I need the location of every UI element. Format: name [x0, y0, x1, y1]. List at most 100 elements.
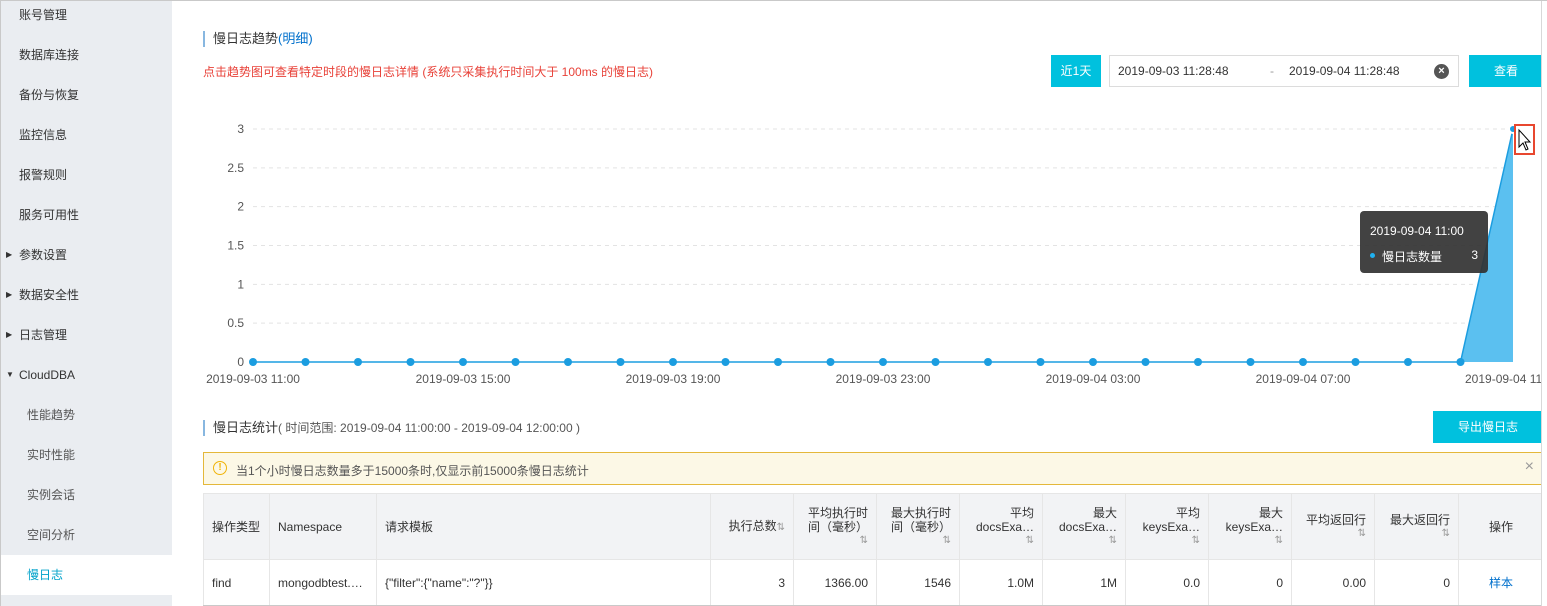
chart-tooltip: 2019-09-04 11:00 慢日志数量 3	[1360, 211, 1488, 273]
series-area	[253, 129, 1513, 362]
sidebar-item-label: 实例会话	[27, 488, 76, 502]
sort-icon[interactable]: ⇅	[1300, 527, 1366, 541]
x-tick-label: 2019-09-03 23:00	[836, 372, 931, 386]
alert-message: 当1个小时慢日志数量多于15000条时,仅显示前15000条慢日志统计	[236, 464, 589, 478]
sidebar-item-7[interactable]: ▶ 数据安全性	[1, 275, 172, 315]
column-header-4[interactable]: 平均执行时间（毫秒） ⇅	[793, 493, 877, 560]
sidebar-item-1[interactable]: 数据库连接	[1, 35, 172, 75]
sidebar-item-12[interactable]: 实例会话	[1, 475, 172, 515]
date-range-picker[interactable]: 2019-09-03 11:28:48 - 2019-09-04 11:28:4…	[1109, 55, 1459, 87]
data-point	[931, 358, 940, 366]
sort-icon[interactable]: ⇅	[802, 534, 868, 548]
tooltip-value: 3	[1471, 248, 1478, 262]
data-point	[459, 358, 467, 366]
sidebar-item-9[interactable]: ▼ CloudDBA	[1, 355, 172, 395]
sort-icon[interactable]: ⇅	[885, 534, 951, 548]
query-button[interactable]: 查看	[1469, 55, 1543, 87]
export-slow-log-button[interactable]: 导出慢日志	[1433, 411, 1543, 443]
column-header-10[interactable]: 平均返回行 ⇅	[1291, 493, 1375, 560]
sort-icon[interactable]: ⇅	[777, 522, 785, 533]
clear-icon[interactable]: ×	[1434, 64, 1449, 79]
column-header-label: 操作类型	[212, 519, 261, 534]
detail-link[interactable]: (明细)	[278, 31, 313, 46]
sidebar-item-0[interactable]: 账号管理	[1, 0, 172, 35]
column-header-label: 执行总数	[728, 518, 777, 533]
sidebar-item-13[interactable]: 空间分析	[1, 515, 172, 555]
column-header-label: 平均 keysExa…	[1142, 505, 1200, 534]
column-header-6[interactable]: 平均 docsExa… ⇅	[959, 493, 1043, 560]
data-point	[249, 358, 257, 366]
column-header-label: 请求模板	[385, 519, 434, 534]
table-cell: 1.0M	[959, 559, 1043, 606]
sidebar-item-2[interactable]: 备份与恢复	[1, 75, 172, 115]
column-header-8[interactable]: 平均 keysExa… ⇅	[1125, 493, 1209, 560]
series-line	[253, 128, 1514, 363]
column-header-label: 最大执行时间（毫秒）	[890, 505, 951, 534]
date-start[interactable]: 2019-09-03 11:28:48	[1118, 64, 1229, 78]
sidebar: 账号管理 数据库连接 备份与恢复 监控信息 报警规则 服务可用性 ▶ 参数设置 ▶ 数据安全性 ▶ 日…	[1, 1, 172, 606]
column-header-7[interactable]: 最大 docsExa… ⇅	[1042, 493, 1126, 560]
slow-log-trend-chart[interactable]: 0 0.5 1 1.5 2 2.5 3 2019-09-03 11:00 2019-09-03 …	[172, 101, 1547, 391]
table-cell: find	[203, 559, 270, 606]
table-cell: 1546	[876, 559, 960, 606]
last-1-day-button[interactable]: 近1天	[1051, 55, 1101, 87]
x-tick-label: 2019-09-04 03:00	[1046, 372, 1141, 386]
table-cell: 0.00	[1291, 559, 1375, 606]
sidebar-item-label: 备份与恢复	[19, 88, 80, 102]
data-point	[1404, 358, 1412, 366]
y-tick-label: 0	[237, 355, 244, 369]
column-header-5[interactable]: 最大执行时间（毫秒） ⇅	[876, 493, 960, 560]
sort-icon[interactable]: ⇅	[1383, 527, 1450, 541]
data-point	[669, 358, 677, 366]
stats-section-title: 慢日志统计( 时间范围: 2019-09-04 11:00:00 - 2019-…	[203, 420, 580, 436]
y-tick-label: 2	[237, 200, 244, 214]
table-header-row: 操作类型 Namespace 请求模板 执行总数⇅ 平均执行时间（毫秒） ⇅ 最大执行时间（…	[203, 493, 1544, 560]
sidebar-item-8[interactable]: ▶ 日志管理	[1, 315, 172, 355]
sidebar-item-label: 报警规则	[19, 168, 68, 182]
column-header-0: 操作类型	[203, 493, 270, 560]
sidebar-item-5[interactable]: 服务可用性	[1, 195, 172, 235]
table-cell: 0	[1208, 559, 1292, 606]
sidebar-item-label: 性能趋势	[27, 408, 76, 422]
sidebar-item-4[interactable]: 报警规则	[1, 155, 172, 195]
column-header-label: 操作	[1488, 519, 1513, 534]
sidebar-item-label: 数据安全性	[19, 288, 80, 302]
sort-icon[interactable]: ⇅	[1051, 534, 1117, 548]
data-point	[511, 358, 520, 366]
sidebar-item-label: 监控信息	[19, 128, 68, 142]
column-header-12: 操作	[1458, 493, 1544, 560]
x-tick-label: 2019-09-04 11	[1465, 372, 1543, 386]
sidebar-item-14[interactable]: 慢日志	[1, 555, 172, 595]
data-point	[1299, 358, 1307, 366]
data-point	[1036, 358, 1045, 366]
data-point	[1246, 358, 1255, 366]
data-point	[1351, 358, 1360, 366]
sort-icon[interactable]: ⇅	[968, 534, 1034, 548]
date-end[interactable]: 2019-09-04 11:28:48	[1289, 64, 1400, 78]
sidebar-item-11[interactable]: 实时性能	[1, 435, 172, 475]
sort-icon[interactable]: ⇅	[1134, 534, 1200, 548]
sample-link[interactable]: 样本	[1458, 559, 1544, 606]
scrollbar[interactable]	[1541, 1, 1547, 606]
trend-hint: 点击趋势图可查看特定时段的慢日志详情 (系统只采集执行时间大于 100ms 的慢…	[203, 65, 654, 79]
sidebar-item-label: 参数设置	[19, 248, 68, 262]
sidebar-item-label: 数据库连接	[19, 48, 80, 62]
data-point	[1194, 358, 1202, 366]
y-tick-label: 1	[237, 277, 244, 291]
tooltip-series-dot	[1370, 253, 1375, 258]
column-header-2: 请求模板	[376, 493, 711, 560]
data-point	[1456, 358, 1465, 366]
tooltip-time: 2019-09-04 11:00	[1370, 224, 1464, 238]
caret-right-icon: ▶	[6, 250, 13, 259]
column-header-11[interactable]: 最大返回行 ⇅	[1374, 493, 1459, 560]
cursor-arrow-icon	[1518, 128, 1532, 151]
sidebar-item-6[interactable]: ▶ 参数设置	[1, 235, 172, 275]
table-cell: 1366.00	[793, 559, 877, 606]
column-header-9[interactable]: 最大 keysExa… ⇅	[1208, 493, 1292, 560]
data-point	[826, 358, 835, 366]
sort-icon[interactable]: ⇅	[1217, 534, 1283, 548]
column-header-3[interactable]: 执行总数⇅	[710, 493, 794, 560]
sidebar-item-3[interactable]: 监控信息	[1, 115, 172, 155]
sidebar-item-10[interactable]: 性能趋势	[1, 395, 172, 435]
close-icon[interactable]: ×	[1525, 458, 1534, 476]
